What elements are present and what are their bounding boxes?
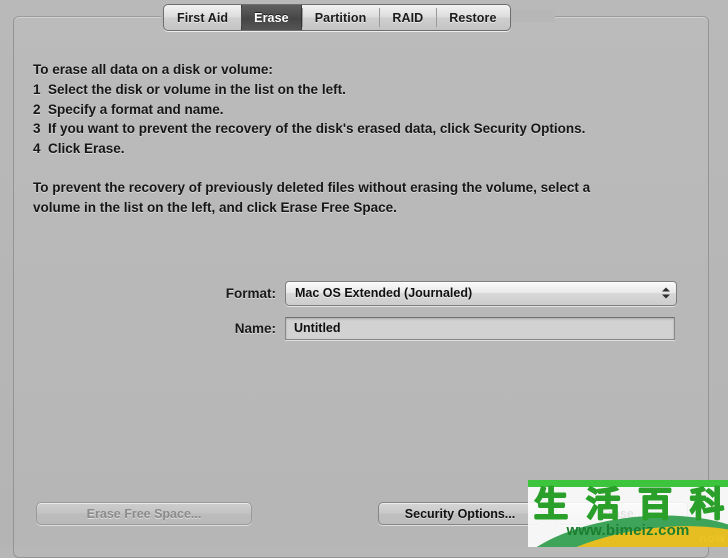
tab-partition-label: Partition — [314, 10, 367, 25]
instructions-block: To erase all data on a disk or volume: 1… — [33, 60, 643, 218]
tab-first-aid-label: First Aid — [177, 10, 229, 25]
tab-first-aid[interactable]: First Aid — [164, 5, 241, 30]
instruction-step-1: 1 Select the disk or volume in the list … — [33, 81, 346, 97]
tab-bar: First Aid Erase Partition RAID Restore — [163, 4, 511, 31]
tab-erase[interactable]: Erase — [241, 5, 302, 30]
erase-button-label: Erase... — [599, 506, 645, 521]
tab-erase-label: Erase — [254, 10, 289, 25]
erase-button[interactable]: Erase... — [556, 502, 688, 525]
tab-partition[interactable]: Partition — [301, 5, 380, 30]
erase-free-space-button-label: Erase Free Space... — [86, 506, 202, 521]
disk-utility-window: First Aid Erase Partition RAID Restore T… — [0, 0, 728, 558]
format-row: Format: Mac OS Extended (Journaled) — [0, 280, 728, 306]
name-label: Name: — [234, 320, 276, 336]
instructions-heading: To erase all data on a disk or volume: — [33, 62, 273, 77]
format-popup-button[interactable]: Mac OS Extended (Journaled) — [285, 280, 677, 306]
erase-free-space-button[interactable]: Erase Free Space... — [36, 502, 252, 525]
tab-restore-label: Restore — [449, 10, 497, 25]
stepper-arrows-icon — [660, 285, 671, 302]
tab-raid-label: RAID — [392, 10, 424, 25]
name-input[interactable]: Untitled — [285, 316, 675, 340]
instruction-step-4: 4 Click Erase. — [33, 141, 125, 157]
format-label: Format: — [225, 285, 276, 301]
security-options-button[interactable]: Security Options... — [378, 502, 542, 525]
security-options-button-label: Security Options... — [404, 506, 516, 521]
instruction-step-2: 2 Specify a format and name. — [33, 101, 224, 117]
tab-raid[interactable]: RAID — [379, 5, 436, 30]
instruction-step-3: 3 If you want to prevent the recovery of… — [33, 121, 586, 137]
arrow-down-icon — [661, 294, 670, 299]
name-input-value: Untitled — [294, 321, 341, 335]
instructions-paragraph: To prevent the recovery of previously de… — [33, 179, 591, 215]
arrow-up-icon — [661, 287, 670, 292]
name-row: Name: Untitled — [0, 316, 728, 340]
tab-restore[interactable]: Restore — [436, 5, 509, 30]
format-selected-value: Mac OS Extended (Journaled) — [295, 286, 473, 300]
erase-form: Format: Mac OS Extended (Journaled) Name… — [0, 280, 728, 351]
